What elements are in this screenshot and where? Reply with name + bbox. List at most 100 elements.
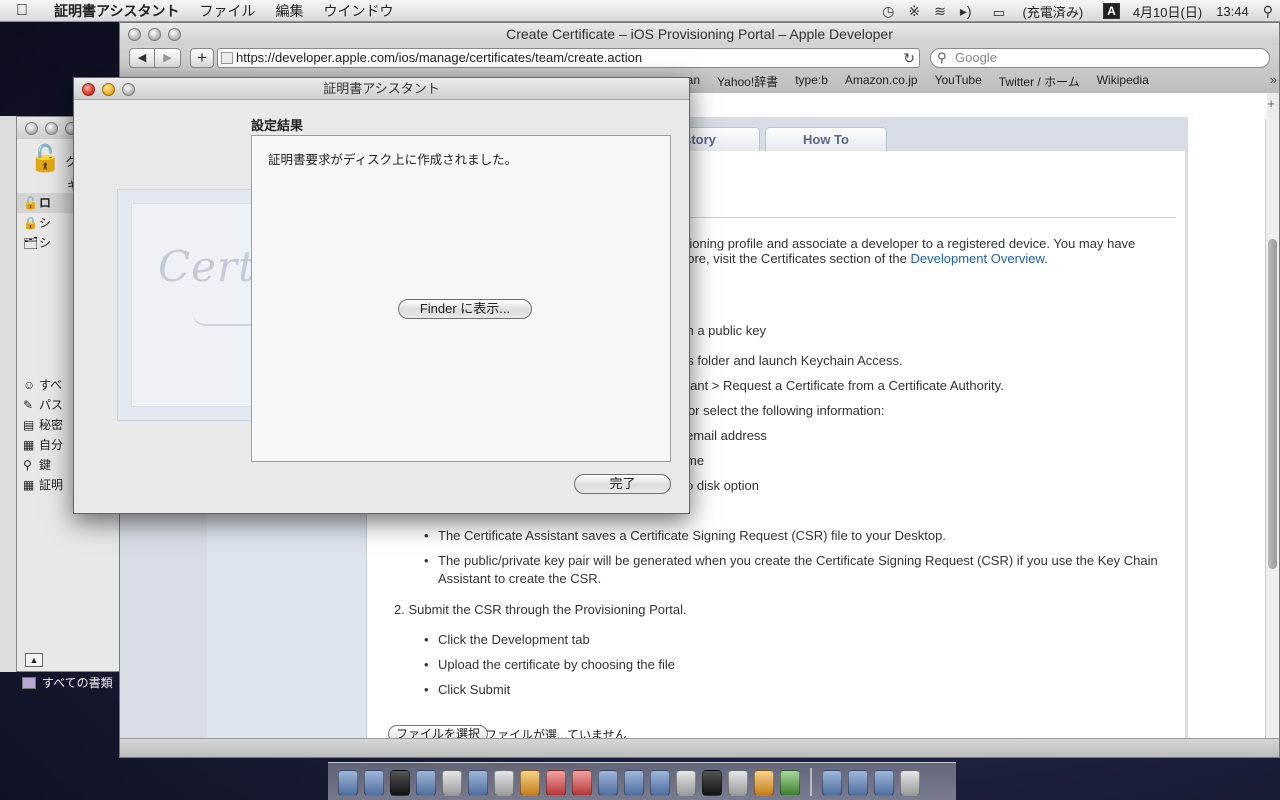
apple-menu-icon[interactable]:  — [0, 2, 44, 20]
finder-icon[interactable] — [338, 770, 358, 796]
itunes-icon[interactable] — [650, 770, 670, 796]
volume-icon[interactable]: ▸) — [953, 3, 979, 20]
list-item: Click Submit — [424, 682, 510, 697]
menubar-date[interactable]: 4月10日(日) — [1126, 2, 1209, 21]
step-line: es folder and launch Keychain Access. — [680, 353, 903, 368]
menubar:  証明書アシスタント ファイル 編集 ウインドウ ◷ ※ ≋ ▸) ▭ (充電… — [0, 0, 1280, 22]
keychain-access-icon[interactable] — [754, 770, 774, 796]
search-icon: ⚲ — [937, 50, 947, 65]
certificate-assistant-icon[interactable] — [728, 770, 748, 796]
scrollbar-thumb[interactable] — [1268, 239, 1277, 569]
xcode-icon[interactable] — [468, 770, 488, 796]
key-icon: ⚲ — [23, 458, 32, 472]
back-icon: ◀ — [137, 52, 147, 64]
keychain-row-label: シ — [39, 216, 52, 230]
list-item-continuation: Assistant to create the CSR. — [438, 571, 602, 586]
bluetooth-icon[interactable]: ※ — [901, 3, 927, 20]
network-icon[interactable] — [598, 770, 618, 796]
step-2: 2. Submit the CSR through the Provisioni… — [394, 602, 687, 617]
bookmark-item[interactable]: YouTube — [935, 73, 982, 90]
bookmark-item[interactable]: Amazon.co.jp — [845, 73, 918, 90]
keychain-left-edge — [0, 116, 16, 672]
app-store-icon[interactable] — [364, 770, 384, 796]
vertical-scrollbar[interactable] — [1265, 119, 1279, 742]
system-preferences-icon[interactable] — [624, 770, 644, 796]
intro-line-2-text: nore, visit the Certificates section of … — [680, 251, 907, 266]
bookmark-item[interactable]: type:b — [795, 73, 828, 90]
browser-title: Create Certificate – iOS Provisioning Po… — [506, 26, 893, 42]
spotlight-icon[interactable]: ⚲ — [1256, 3, 1280, 20]
bookmark-item[interactable]: Twitter / ホーム — [999, 73, 1080, 90]
show-in-finder-button[interactable]: Finder に表示... — [398, 299, 532, 319]
documents-icon — [22, 677, 36, 689]
step-line: o disk option — [686, 478, 759, 493]
battery-status[interactable]: ▭ (充電済み) — [979, 2, 1098, 21]
calendar-icon[interactable] — [442, 770, 462, 796]
search-field[interactable]: ⚲ Google — [930, 48, 1270, 68]
keychain-window-controls — [25, 122, 78, 135]
safari-icon[interactable] — [416, 770, 436, 796]
certificate-icon: ▦ — [23, 478, 35, 492]
terminal-icon[interactable] — [702, 770, 722, 796]
time-machine-icon[interactable]: ◷ — [875, 3, 901, 20]
development-overview-link[interactable]: Development Overview — [911, 251, 1045, 266]
category-label: 証明 — [39, 478, 64, 492]
menu-file[interactable]: ファイル — [189, 1, 265, 21]
dialog-window-controls — [82, 83, 135, 96]
minimize-icon[interactable] — [45, 122, 58, 135]
menubar-time[interactable]: 13:44 — [1209, 4, 1256, 19]
close-icon[interactable] — [82, 83, 95, 96]
input-menu-icon[interactable]: A — [1103, 3, 1120, 19]
activity-icon[interactable] — [780, 770, 800, 796]
wifi-icon[interactable]: ≋ — [927, 3, 953, 20]
zoom-icon[interactable] — [168, 28, 181, 41]
done-button[interactable]: 完了 — [574, 474, 671, 494]
battery-text: (充電済み) — [1022, 4, 1084, 20]
close-icon[interactable] — [25, 122, 38, 135]
time-machine-dock-icon[interactable] — [676, 770, 696, 796]
browser-titlebar: Create Certificate – iOS Provisioning Po… — [120, 23, 1279, 45]
dashboard-icon[interactable] — [390, 770, 410, 796]
result-message: 証明書要求がディスク上に作成されました。 — [268, 153, 518, 167]
downloads-stack-icon[interactable] — [874, 770, 894, 796]
intro-line-2: nore, visit the Certificates section of … — [680, 251, 1048, 266]
bookmarks-bar: pan Yahoo!辞書 type:b Amazon.co.jp YouTube… — [680, 73, 1149, 90]
certificate-icon: ▦ — [23, 438, 35, 452]
keychain-row-label: シ — [39, 236, 52, 250]
applications-stack-icon[interactable] — [822, 770, 842, 796]
intro-line-1: isioning profile and associate a develop… — [680, 236, 1136, 251]
minimize-icon[interactable] — [102, 83, 115, 96]
lock-icon[interactable]: 🔓 — [29, 143, 61, 174]
nav-buttons: ◀ ▶ — [129, 48, 181, 68]
menu-edit[interactable]: 編集 — [265, 1, 313, 21]
zoom-icon[interactable] — [122, 83, 135, 96]
step-line: ith a public key — [680, 323, 766, 338]
back-button[interactable]: ◀ — [129, 48, 155, 68]
photo-booth-icon[interactable] — [546, 770, 566, 796]
address-bar[interactable]: https://developer.apple.com/ios/manage/c… — [217, 48, 920, 68]
add-bookmark-button[interactable]: + — [190, 48, 214, 68]
minimize-icon[interactable] — [148, 28, 161, 41]
show-info-button[interactable]: ▲ — [25, 653, 43, 667]
forward-button[interactable]: ▶ — [155, 48, 181, 68]
bookmark-item[interactable]: Yahoo!辞書 — [717, 73, 778, 90]
textedit-icon[interactable] — [494, 770, 514, 796]
tab-how-to[interactable]: How To — [765, 127, 887, 151]
trash-icon[interactable] — [900, 770, 920, 796]
list-item: The Certificate Assistant saves a Certif… — [424, 528, 946, 543]
new-tab-icon[interactable]: + — [1267, 96, 1275, 111]
all-documents-item[interactable]: すべての書類 — [22, 674, 113, 691]
list-item: The public/private key pair will be gene… — [424, 553, 1158, 568]
bookmarks-more-icon[interactable]: » — [1270, 72, 1277, 87]
reload-icon[interactable]: ↻ — [903, 49, 915, 67]
documents-stack-icon[interactable] — [848, 770, 868, 796]
bookmark-item[interactable]: Wikipedia — [1097, 73, 1149, 90]
dictionary-icon[interactable] — [572, 770, 592, 796]
menu-app-name[interactable]: 証明書アシスタント — [44, 1, 189, 21]
url-text: https://developer.apple.com/ios/manage/c… — [236, 50, 643, 65]
dock-separator — [810, 768, 812, 796]
step-line: r or select the following information: — [680, 403, 885, 418]
menu-window[interactable]: ウインドウ — [313, 1, 403, 21]
close-icon[interactable] — [128, 28, 141, 41]
preview-icon[interactable] — [520, 770, 540, 796]
